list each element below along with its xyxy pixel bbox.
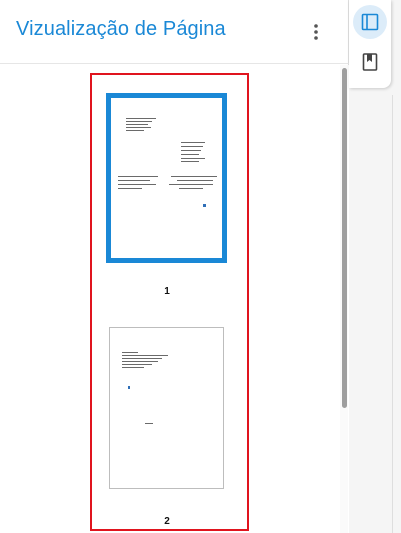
text-line [169,184,213,185]
page-thumbnail-1[interactable] [106,93,227,263]
text-line [122,352,138,353]
text-line [122,367,144,368]
page-number-2: 2 [164,516,170,527]
text-line [122,364,152,365]
text-line [181,146,203,147]
text-line [126,121,152,122]
panel-title: Vizualização de Página [16,18,226,40]
mark [203,204,206,207]
text-line [126,124,148,125]
text-line [145,423,153,424]
more-vertical-icon [314,24,318,40]
bookmarks-button[interactable] [353,45,387,79]
text-line [126,130,144,131]
sidebar-panel-icon [361,13,379,31]
mark [128,386,130,389]
text-line [126,118,156,119]
rail-divider [392,95,393,533]
text-line [181,154,199,155]
text-line [118,188,142,189]
text-line [171,176,217,177]
text-line [177,180,213,181]
text-line [126,127,151,128]
text-line [179,188,203,189]
text-line [181,142,205,143]
text-line [122,361,158,362]
text-line [118,180,150,181]
scrollbar-thumb[interactable] [342,68,347,408]
text-line [122,355,168,356]
page-number-1: 1 [164,286,170,297]
text-line [118,176,158,177]
panel-header: Vizualização de Página [0,0,349,64]
text-line [118,184,156,185]
text-line [181,150,201,151]
page-view-toggle-button[interactable] [353,5,387,39]
text-line [122,358,162,359]
text-line [181,158,205,159]
text-line [181,161,199,162]
page-thumbnail-2[interactable] [109,327,224,489]
bookmark-icon [362,53,378,71]
more-options-button[interactable] [302,18,330,46]
